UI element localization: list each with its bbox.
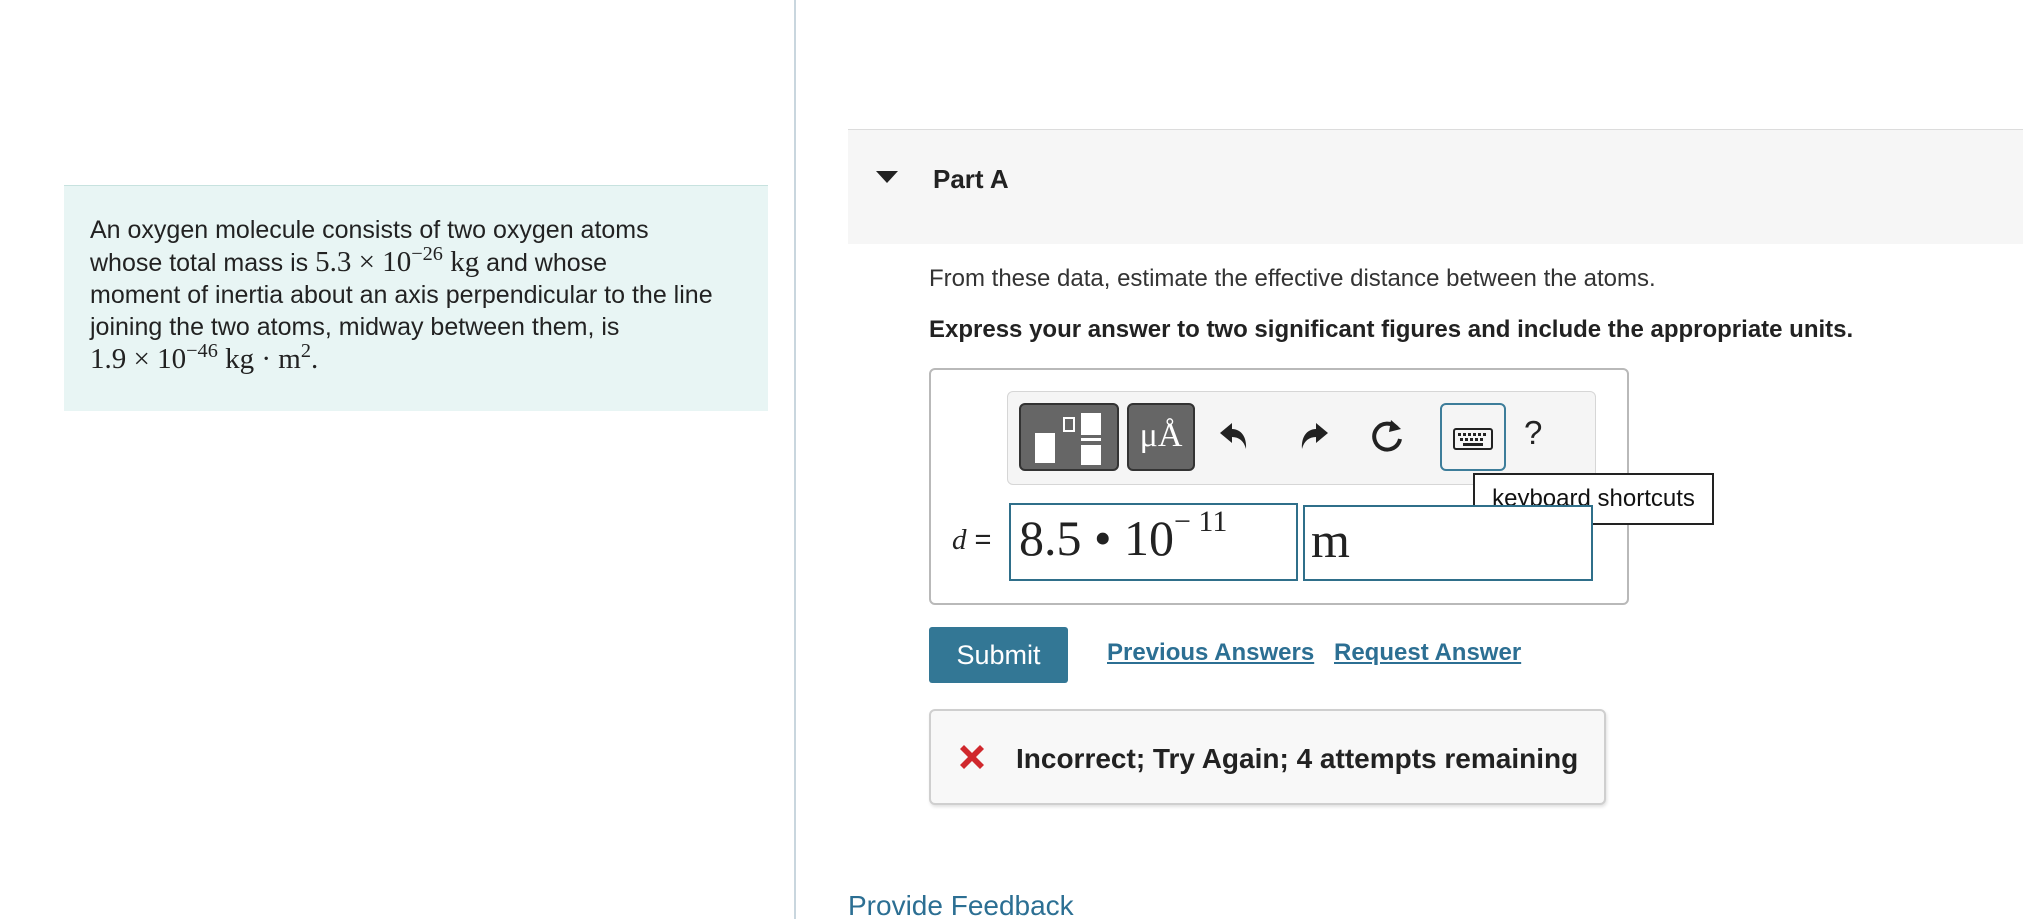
answer-instruction: Express your answer to two significant f… — [929, 316, 1854, 343]
templates-button[interactable] — [1019, 403, 1119, 471]
value-exponent: − 11 — [1174, 505, 1228, 538]
units-button[interactable]: μÅ — [1127, 403, 1195, 471]
mass-value: 5.3 × 10−26 kg — [315, 242, 480, 278]
keyboard-icon — [1453, 428, 1493, 450]
request-answer-link[interactable]: Request Answer — [1334, 639, 1521, 667]
math-toolbar: μÅ ? — [1007, 391, 1596, 485]
inertia-unit-exponent: 2 — [300, 339, 311, 362]
equals-sign: = — [966, 524, 992, 556]
reset-icon — [1372, 420, 1402, 452]
undo-button[interactable] — [1206, 406, 1264, 468]
mass-exponent: −26 — [411, 242, 443, 265]
answer-unit-input[interactable]: m — [1303, 505, 1593, 581]
undo-icon — [1220, 423, 1247, 449]
keyboard-shortcuts-button[interactable] — [1440, 403, 1506, 471]
collapse-triangle-icon[interactable] — [876, 171, 898, 183]
provide-feedback-link[interactable]: Provide Feedback — [848, 890, 1074, 922]
problem-text: and whose — [479, 249, 608, 277]
problem-line-4: joining the two atoms, midway between th… — [90, 313, 620, 341]
mass-mantissa: 5.3 × 10 — [315, 246, 412, 278]
problem-line-3: moment of inertia about an axis perpendi… — [90, 281, 713, 309]
previous-answers-link[interactable]: Previous Answers — [1107, 639, 1314, 667]
part-title: Part A — [933, 164, 1009, 194]
feedback-box: Incorrect; Try Again; 4 attempts remaini… — [929, 709, 1606, 805]
answer-variable-label: d = — [952, 524, 992, 557]
feedback-message: Incorrect; Try Again; 4 attempts remaini… — [1016, 743, 1579, 774]
problem-line-1: An oxygen molecule consists of two oxyge… — [90, 216, 649, 244]
problem-statement: An oxygen molecule consists of two oxyge… — [64, 185, 768, 411]
part-header: Part A — [848, 129, 2023, 244]
problem-line-5: 1.9 × 10−46 kg · m2. — [90, 339, 742, 375]
redo-icon — [1301, 423, 1328, 449]
problem-line-2: whose total mass is 5.3 × 10−26 kg and w… — [90, 242, 742, 279]
question-prompt: From these data, estimate the effective … — [929, 265, 1656, 292]
inertia-exponent: −46 — [186, 339, 218, 362]
variable-symbol: d — [952, 524, 967, 556]
reset-button[interactable] — [1358, 406, 1416, 468]
inertia-end: . — [310, 343, 319, 375]
redo-button[interactable] — [1284, 406, 1342, 468]
incorrect-x-icon — [960, 745, 984, 769]
value-mantissa: 8.5 • 10 — [1019, 510, 1175, 566]
mass-unit: kg — [442, 246, 480, 278]
answer-value-input[interactable]: 8.5 • 10− 11 — [1009, 503, 1298, 581]
submit-button[interactable]: Submit — [929, 627, 1068, 683]
inertia-unit: kg · m — [217, 343, 301, 375]
help-button[interactable]: ? — [1524, 414, 1542, 452]
problem-text: whose total mass is — [90, 249, 316, 277]
pane-divider — [794, 0, 796, 919]
inertia-mantissa: 1.9 × 10 — [90, 343, 187, 375]
